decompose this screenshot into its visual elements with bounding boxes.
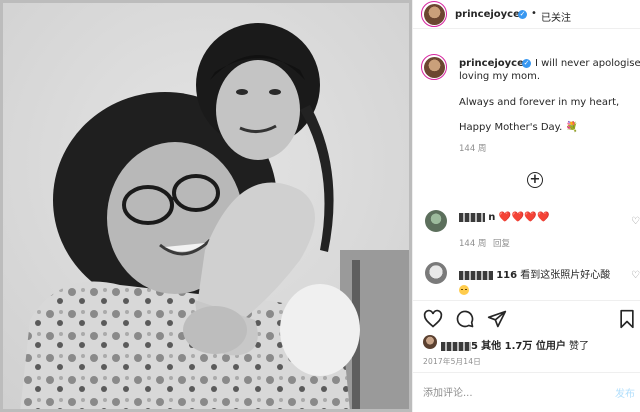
post-actions: 5 其他 1.7万 位用户 赞了 2017年5月14日 (413, 300, 640, 380)
caption-line-4: Happy Mother's Day. 💐 (459, 122, 578, 133)
comment-1-heart-icon[interactable]: ♡ (631, 216, 640, 227)
caption-line-2: loving my mom. (459, 71, 541, 82)
caption-line-3: Always and forever in my heart, (459, 97, 620, 108)
share-icon[interactable] (487, 309, 507, 329)
author-avatar[interactable] (421, 1, 447, 27)
comment-1-timestamp[interactable]: 144 周 (459, 237, 486, 249)
post-date[interactable]: 2017年5月14日 (423, 356, 481, 367)
add-comment-bar: 发布 (413, 372, 640, 412)
bouquet-emoji-icon: 💐 (565, 122, 578, 133)
post-photo[interactable] (0, 0, 412, 412)
caption-author-avatar[interactable] (421, 54, 447, 80)
comment-1-content: n ❤️❤️❤️❤️ (459, 212, 550, 223)
black-white-photo (0, 0, 412, 412)
post-sidebar: princejoyce ✓ • 已关注 princejoyce ✓ I will… (412, 0, 640, 412)
comment-2-heart-icon[interactable]: ♡ (631, 270, 640, 281)
separator-dot: • (531, 8, 537, 19)
comment-icon[interactable] (455, 309, 475, 329)
commenter-1-username-masked[interactable] (459, 212, 485, 222)
comment-1-reply-button[interactable]: 回复 (493, 237, 510, 249)
liker-avatar[interactable] (423, 335, 437, 349)
sad-face-emoji-icon (459, 279, 469, 298)
likes-summary: 5 其他 1.7万 位用户 赞了 (441, 337, 589, 352)
plus-circle-icon[interactable]: + (527, 172, 543, 188)
comment-2-text: 看到这张照片好心酸 (520, 270, 611, 281)
heart-icon[interactable] (423, 309, 443, 329)
post-comment-button[interactable]: 发布 (615, 385, 635, 400)
bookmark-icon[interactable] (617, 309, 637, 329)
verified-badge-icon: ✓ (518, 10, 527, 19)
comment-1-text: ❤️❤️❤️❤️ (498, 212, 551, 223)
author-username[interactable]: princejoyce (455, 9, 520, 20)
commenter-2-avatar[interactable] (425, 262, 447, 284)
likes-count-link[interactable]: 其他 1.7万 位用户 (481, 341, 566, 352)
caption-timestamp[interactable]: 144 周 (459, 142, 486, 154)
comment-2-content: 116 看到这张照片好心酸 (459, 266, 610, 281)
caption-verified-badge-icon: ✓ (522, 59, 531, 68)
comment-input[interactable] (423, 385, 593, 401)
commenter-1-avatar[interactable] (425, 210, 447, 232)
caption-username[interactable]: princejoyce (459, 58, 524, 69)
liker-username-masked[interactable] (441, 341, 471, 351)
caption-line-1: I will never apologise for (535, 58, 640, 69)
post-header: princejoyce ✓ • 已关注 (413, 0, 640, 29)
follow-status-button[interactable]: 已关注 (541, 9, 571, 24)
